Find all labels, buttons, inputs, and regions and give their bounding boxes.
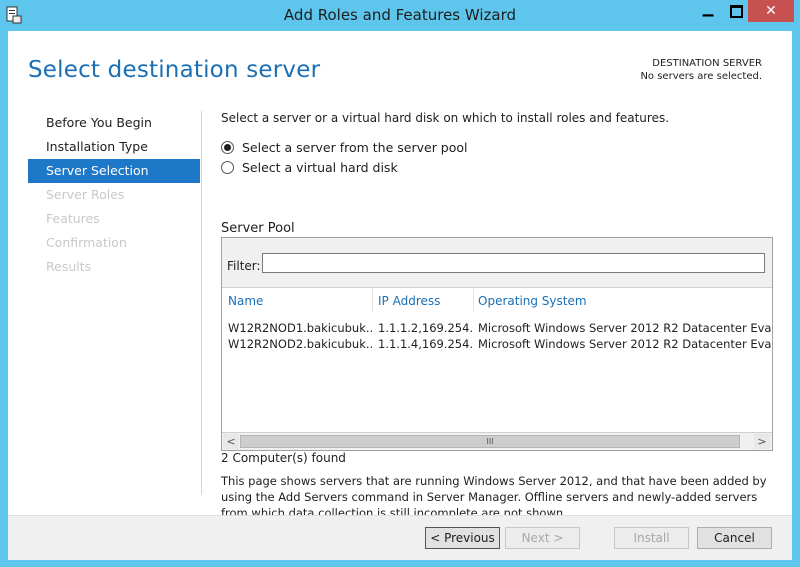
radio-virtual-hard-disk[interactable]: Select a virtual hard disk	[221, 158, 398, 176]
intro-text: Select a server or a virtual hard disk o…	[221, 111, 670, 125]
cell-ip-address: 1.1.1.2,169.254....	[378, 321, 472, 335]
cell-ip-address: 1.1.1.4,169.254....	[378, 337, 472, 351]
server-pool-panel: Filter: Name IP Address Operating System…	[221, 237, 773, 451]
nav-item-server-selection[interactable]: Server Selection	[28, 159, 200, 183]
nav-item-before-you-begin[interactable]: Before You Begin	[28, 111, 200, 135]
minimize-icon: ▁	[702, 1, 714, 17]
description-text: This page shows servers that are running…	[221, 474, 767, 520]
scrollbar-thumb[interactable]: III	[240, 435, 740, 448]
nav-divider	[201, 111, 202, 495]
cell-operating-system: Microsoft Windows Server 2012 R2 Datacen…	[478, 321, 772, 335]
column-divider[interactable]	[473, 288, 474, 312]
next-button: Next >	[505, 527, 580, 549]
cell-operating-system: Microsoft Windows Server 2012 R2 Datacen…	[478, 337, 772, 351]
horizontal-scrollbar[interactable]: < III >	[222, 432, 772, 450]
previous-button[interactable]: < Previous	[425, 527, 500, 549]
install-button: Install	[614, 527, 689, 549]
wizard-footer: < Previous Next > Install Cancel	[8, 515, 792, 560]
destination-value: No servers are selected.	[640, 71, 762, 82]
cell-name: W12R2NOD2.bakicubuk....	[228, 337, 372, 351]
nav-item-features: Features	[46, 211, 100, 226]
nav-item-server-roles: Server Roles	[46, 187, 125, 202]
close-icon: ✕	[765, 3, 777, 19]
cell-name: W12R2NOD1.bakicubuk....	[228, 321, 372, 335]
column-divider[interactable]	[372, 288, 373, 312]
table-row[interactable]: W12R2NOD1.bakicubuk.... 1.1.1.2,169.254.…	[222, 321, 772, 337]
cancel-button[interactable]: Cancel	[697, 527, 772, 549]
destination-server-info: DESTINATION SERVER No servers are select…	[640, 57, 762, 83]
maximize-icon	[730, 5, 743, 18]
radio-button-unchecked[interactable]	[221, 160, 234, 174]
column-header-name[interactable]: Name	[228, 294, 263, 308]
scroll-left-icon[interactable]: <	[223, 434, 239, 449]
close-button[interactable]: ✕	[748, 0, 794, 22]
column-header-operating-system[interactable]: Operating System	[478, 294, 587, 308]
page-title: Select destination server	[28, 57, 321, 83]
wizard-header: Select destination server DESTINATION SE…	[8, 31, 792, 109]
server-pool-heading: Server Pool	[221, 221, 295, 236]
title-bar[interactable]: Add Roles and Features Wizard ▁ ✕	[0, 0, 800, 32]
radio-server-pool[interactable]: Select a server from the server pool	[221, 138, 468, 156]
filter-input[interactable]	[262, 253, 765, 273]
wizard-nav: Before You Begin Installation Type Serve…	[28, 111, 200, 279]
window-title: Add Roles and Features Wizard	[283, 6, 517, 24]
wizard-client-area: Select destination server DESTINATION SE…	[8, 31, 792, 560]
destination-label: DESTINATION SERVER	[652, 58, 762, 69]
nav-item-results: Results	[46, 259, 92, 274]
scroll-right-icon[interactable]: >	[754, 434, 770, 449]
nav-item-confirmation: Confirmation	[46, 235, 127, 250]
radio-vhd-label: Select a virtual hard disk	[242, 159, 398, 175]
filter-label: Filter:	[227, 259, 261, 273]
table-row[interactable]: W12R2NOD2.bakicubuk.... 1.1.1.4,169.254.…	[222, 337, 772, 353]
computer-count: 2 Computer(s) found	[221, 451, 346, 465]
maximize-button[interactable]	[722, 0, 748, 22]
minimize-button[interactable]: ▁	[694, 0, 722, 22]
nav-item-installation-type[interactable]: Installation Type	[28, 135, 200, 159]
server-list[interactable]: Name IP Address Operating System W12R2NO…	[222, 287, 772, 433]
radio-server-pool-label: Select a server from the server pool	[242, 139, 468, 155]
column-header-ip-address[interactable]: IP Address	[378, 294, 440, 308]
radio-button-checked[interactable]	[221, 140, 234, 154]
